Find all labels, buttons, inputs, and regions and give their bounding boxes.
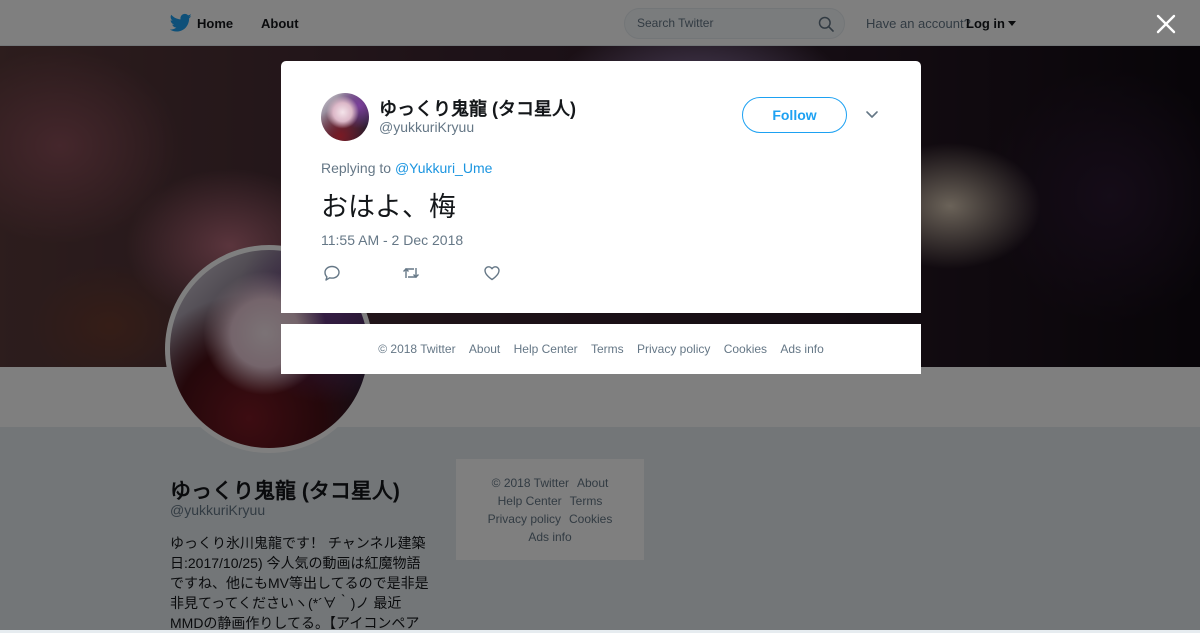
reply-icon[interactable]	[323, 264, 341, 282]
modal-footer: © 2018 Twitter About Help Center Terms P…	[281, 324, 921, 374]
tweet-text: おはよ、梅	[321, 192, 456, 222]
modal-footer-help-link[interactable]: Help Center	[514, 342, 578, 356]
tweet-permalink-card: ゆっくり鬼龍 (タコ星人) @yukkuriKryuu Follow Reply…	[281, 61, 921, 313]
replying-to-prefix: Replying to	[321, 160, 392, 176]
modal-footer-about-link[interactable]: About	[469, 342, 500, 356]
modal-footer-ads-link[interactable]: Ads info	[780, 342, 823, 356]
tweet-author-handle[interactable]: @yukkuriKryuu	[379, 119, 474, 135]
modal-footer-copyright: © 2018 Twitter	[378, 342, 456, 356]
close-icon[interactable]	[1154, 12, 1178, 36]
tweet-author-name[interactable]: ゆっくり鬼龍 (タコ星人)	[379, 95, 576, 121]
replying-to: Replying to @Yukkuri_Ume	[321, 160, 492, 176]
replying-to-link[interactable]: @Yukkuri_Ume	[395, 160, 492, 176]
modal-footer-privacy-link[interactable]: Privacy policy	[637, 342, 710, 356]
tweet-timestamp[interactable]: 11:55 AM - 2 Dec 2018	[321, 232, 463, 248]
like-icon[interactable]	[483, 264, 501, 282]
tweet-author-avatar[interactable]	[321, 93, 369, 141]
retweet-icon[interactable]	[402, 264, 420, 282]
follow-button[interactable]: Follow	[742, 97, 847, 133]
chevron-down-icon[interactable]	[865, 110, 879, 120]
modal-footer-terms-link[interactable]: Terms	[591, 342, 624, 356]
modal-footer-cookies-link[interactable]: Cookies	[724, 342, 767, 356]
